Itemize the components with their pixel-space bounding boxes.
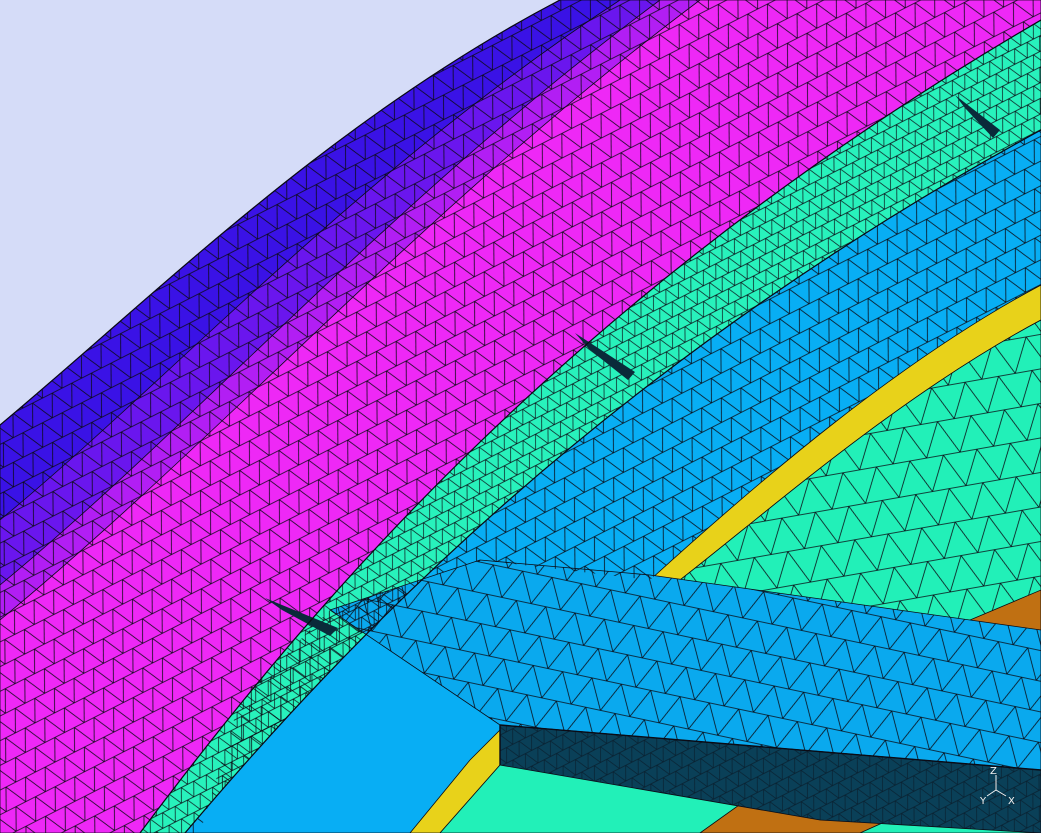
axis-label-y: Y — [979, 796, 987, 807]
mesh-scene[interactable]: Z Y X — [0, 0, 1041, 833]
axis-label-z: Z — [990, 766, 997, 777]
3d-mesh-viewport[interactable]: Z Y X — [0, 0, 1041, 833]
axis-label-x: X — [1008, 796, 1015, 807]
